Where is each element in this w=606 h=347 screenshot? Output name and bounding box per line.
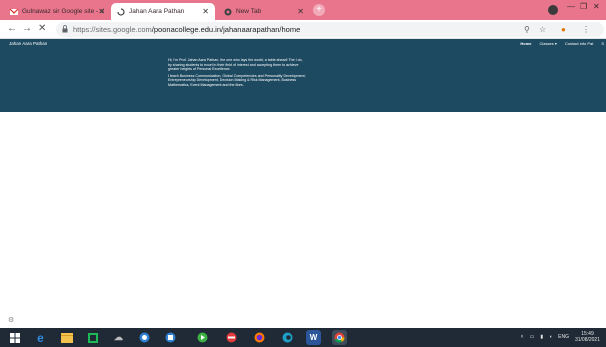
omnibox[interactable]: https://sites.google.com/poonacollege.ed…: [56, 22, 604, 37]
forward-icon[interactable]: →: [22, 23, 32, 34]
menu-icon[interactable]: ⋮: [582, 25, 590, 34]
nav-classes[interactable]: Classes ▾: [540, 41, 557, 46]
subjects-paragraph: I teach Business Communication, Global C…: [168, 73, 306, 87]
network-icon[interactable]: ▭: [530, 334, 535, 340]
weather-icon[interactable]: ☁: [111, 330, 126, 345]
zoom-icon[interactable]: ⚲: [524, 25, 530, 34]
loading-spinner-icon: [117, 7, 125, 16]
lock-icon: [62, 25, 68, 33]
tab-gulnawaz-site[interactable]: Gulnawaz sir Google site - sheet ✕: [4, 3, 111, 20]
edge-legacy-icon[interactable]: e: [33, 330, 48, 345]
close-icon[interactable]: ✕: [297, 7, 304, 16]
tab-label: New Tab: [236, 8, 262, 15]
address-bar-row: ← → ✕ https://sites.google.com/poonacoll…: [0, 20, 606, 39]
site-nav: Home Classes ▾ Contact info Pat S: [520, 41, 604, 46]
avatar-icon[interactable]: ●: [561, 25, 566, 34]
clock-date: 31/08/2021: [574, 337, 600, 343]
system-tray: ˄ ▭ ▮ ◖ ENG 15:49 31/08/2021: [521, 331, 600, 343]
back-icon[interactable]: ←: [7, 23, 17, 34]
taskbar: e ☁ W ˄ ▭ ▮ ◖ ENG 15:49 31/08/2021: [0, 328, 606, 347]
word-icon[interactable]: W: [306, 330, 321, 345]
clock[interactable]: 15:49 31/08/2021: [575, 331, 600, 343]
tab-label: Gulnawaz sir Google site - sheet: [22, 8, 104, 15]
intro-paragraph: Hi, I'm Prof. Jahan Aara Pathan, the one…: [168, 58, 303, 72]
store-icon[interactable]: [85, 330, 100, 345]
stop-icon[interactable]: ✕: [38, 23, 46, 34]
tab-label: Jahan Aara Pathan: [129, 8, 185, 15]
globe-icon: [224, 8, 232, 15]
site-title[interactable]: Jahan Aara Pathan: [9, 41, 47, 46]
profile-icon[interactable]: [548, 5, 558, 15]
battery-icon[interactable]: ▮: [540, 334, 543, 340]
nav-home[interactable]: Home: [520, 41, 531, 46]
gear-icon[interactable]: ⚙: [8, 316, 14, 324]
close-icon[interactable]: ✕: [202, 7, 209, 16]
firefox-icon[interactable]: [252, 330, 267, 345]
nav-more[interactable]: S: [601, 41, 604, 46]
edge-icon[interactable]: [280, 330, 295, 345]
maximize-icon[interactable]: ❐: [580, 2, 587, 11]
site-intro: Hi, I'm Prof. Jahan Aara Pathan, the one…: [168, 58, 306, 88]
language-indicator[interactable]: ENG: [558, 334, 569, 340]
file-explorer-icon[interactable]: [59, 330, 74, 345]
url-path: /poonacollege.edu.in/jahanaarapathan/hom…: [151, 25, 301, 34]
browser-titlebar: Gulnawaz sir Google site - sheet ✕ Jahan…: [0, 0, 606, 20]
gmail-icon: [10, 8, 18, 15]
volume-icon[interactable]: ◖: [549, 334, 552, 340]
tab-new-tab[interactable]: New Tab ✕: [218, 3, 310, 20]
url-host: https://sites.google.com: [73, 25, 152, 34]
chevron-up-icon[interactable]: ˄: [521, 334, 524, 340]
media-player-icon[interactable]: [195, 330, 210, 345]
url-text: https://sites.google.com/poonacollege.ed…: [73, 25, 300, 34]
site-banner: Jahan Aara Pathan Home Classes ▾ Contact…: [0, 39, 606, 112]
chrome-icon[interactable]: [332, 330, 347, 345]
photos-icon[interactable]: [224, 330, 239, 345]
circle-app-icon[interactable]: [137, 330, 152, 345]
minimize-icon[interactable]: —: [567, 2, 575, 11]
windows-start-icon[interactable]: [7, 330, 22, 345]
calculator-icon[interactable]: [163, 330, 178, 345]
close-window-icon[interactable]: ✕: [593, 2, 600, 11]
nav-contact[interactable]: Contact info Pat: [565, 41, 593, 46]
close-icon[interactable]: ✕: [98, 7, 105, 16]
tab-jahan-aara-pathan[interactable]: Jahan Aara Pathan ✕: [111, 3, 215, 20]
new-tab-button[interactable]: +: [313, 4, 325, 16]
star-icon[interactable]: ☆: [539, 25, 546, 34]
